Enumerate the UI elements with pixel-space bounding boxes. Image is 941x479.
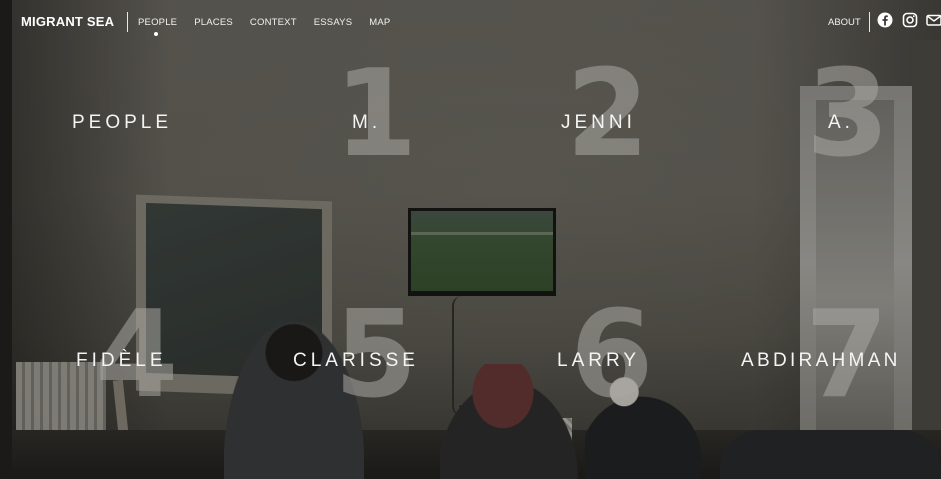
social-divider	[869, 12, 870, 32]
person-name: FIDÈLE	[76, 350, 167, 371]
person-name: JENNI	[561, 112, 636, 133]
main-nav: PEOPLE PLACES CONTEXT ESSAYS MAP	[138, 17, 390, 28]
person-name: A.	[828, 112, 854, 133]
top-navigation-bar: MIGRANT SEA PEOPLE PLACES CONTEXT ESSAYS…	[0, 0, 941, 44]
nav-people[interactable]: PEOPLE	[138, 17, 177, 28]
nav-context[interactable]: CONTEXT	[250, 17, 297, 28]
nav-about[interactable]: ABOUT	[828, 17, 861, 28]
person-card-6[interactable]: 6 LARRY	[470, 296, 705, 416]
instagram-icon[interactable]	[902, 12, 920, 30]
mail-icon[interactable]	[926, 12, 941, 30]
people-heading: PEOPLE	[72, 112, 173, 133]
person-card-3[interactable]: 3 A.	[705, 55, 941, 175]
person-card-7[interactable]: 7 ABDIRAHMAN	[705, 296, 941, 416]
brand-divider	[127, 12, 128, 32]
person-card-2[interactable]: 2 JENNI	[470, 55, 705, 175]
active-nav-indicator	[154, 32, 158, 36]
nav-places[interactable]: PLACES	[194, 17, 233, 28]
site-logo[interactable]: MIGRANT SEA	[21, 14, 114, 29]
nav-map[interactable]: MAP	[369, 17, 390, 28]
person-card-5[interactable]: 5 CLARISSE	[235, 296, 470, 416]
person-name: M.	[352, 112, 382, 133]
person-name: CLARISSE	[293, 350, 419, 371]
person-name: LARRY	[557, 350, 641, 371]
facebook-icon[interactable]	[877, 12, 895, 30]
people-heading-cell: PEOPLE	[0, 60, 235, 180]
person-card-1[interactable]: 1 M.	[235, 55, 470, 175]
nav-essays[interactable]: ESSAYS	[314, 17, 353, 28]
person-card-4[interactable]: 4 FIDÈLE	[0, 296, 235, 416]
person-name: ABDIRAHMAN	[741, 350, 901, 371]
